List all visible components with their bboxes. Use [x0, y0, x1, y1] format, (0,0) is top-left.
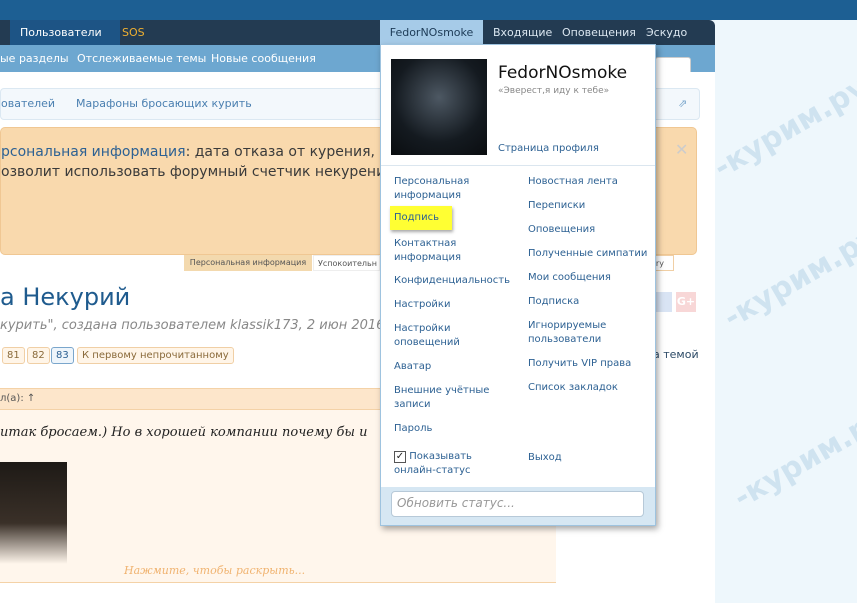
divider — [381, 165, 655, 166]
menu-subscription[interactable]: Подписка — [528, 295, 579, 309]
menu-get-vip[interactable]: Получить VIP права — [528, 357, 631, 371]
menu-my-posts[interactable]: Мои сообщения — [528, 271, 611, 285]
quote-image — [0, 462, 67, 564]
menu-personal-info[interactable]: Персональная информация — [394, 175, 504, 203]
notice-tab-calm[interactable]: Успокоительн — [313, 255, 380, 271]
username: FedorNOsmoke — [498, 63, 628, 83]
menu-signature[interactable]: Подпись — [390, 206, 452, 230]
menu-settings[interactable]: Настройки — [394, 298, 450, 312]
quote-text: итак бросаем.) Но в хорошей компании поч… — [0, 425, 368, 440]
show-online-toggle[interactable]: ✓ Показывать онлайн-статус — [394, 450, 494, 478]
page-link[interactable]: 82 — [27, 347, 50, 364]
avatar[interactable] — [391, 59, 487, 155]
menu-contact-info[interactable]: Контактная информация — [394, 237, 484, 265]
breadcrumb-item[interactable]: Марафоны бросающих курить — [76, 97, 252, 110]
menu-likes-received[interactable]: Полученные симпатии — [528, 247, 647, 261]
notice-text: : дата отказа от курения, ст — [185, 144, 396, 160]
profile-page-link[interactable]: Страница профиля — [498, 142, 599, 156]
google-plus-icon[interactable]: G+ — [676, 292, 696, 312]
menu-alerts[interactable]: Оповещения — [528, 223, 595, 237]
thread-title: а Некурий — [0, 283, 131, 311]
menu-avatar[interactable]: Аватар — [394, 360, 431, 374]
notice-tab-personal[interactable]: Персональная информация — [184, 255, 312, 271]
menu-bookmarks[interactable]: Список закладок — [528, 381, 618, 395]
breadcrumb-item[interactable]: ователей — [1, 97, 55, 110]
checkbox-checked-icon[interactable]: ✓ — [394, 451, 406, 463]
page-link[interactable]: 81 — [2, 347, 25, 364]
top-bar — [0, 0, 857, 20]
notice-text: озволит использовать форумный счетчик не… — [1, 164, 394, 180]
menu-password[interactable]: Пароль — [394, 422, 432, 436]
menu-external-accounts[interactable]: Внешние учётные записи — [394, 384, 494, 412]
close-icon[interactable]: ✕ — [675, 140, 688, 159]
thread-subtitle: курить", создана пользователем klassik17… — [0, 318, 389, 333]
menu-conversations[interactable]: Переписки — [528, 199, 585, 213]
background-watermark: -курим.ру -курим.ру -курим.ру — [715, 20, 857, 603]
nav-alerts[interactable]: Оповещения — [552, 20, 646, 45]
nav-users[interactable]: Пользователи ▾ — [10, 20, 120, 64]
share-button[interactable] — [655, 292, 672, 312]
subnav-new-posts[interactable]: Новые сообщения — [211, 45, 316, 72]
expand-link[interactable]: Нажмите, чтобы раскрыть... — [124, 564, 305, 577]
menu-ignored-users[interactable]: Игнорируемые пользователи — [528, 319, 628, 347]
account-dropdown: FedorNOsmoke «Эверест,я иду к тебе» Стра… — [380, 44, 656, 526]
main-nav: Пользователи ▾ SOS Входящие Оповещения Э… — [0, 20, 715, 64]
status-input[interactable]: Обновить статус... — [391, 491, 644, 517]
nav-sos[interactable]: SOS — [112, 20, 155, 45]
menu-news-feed[interactable]: Новостная лента — [528, 175, 618, 189]
menu-privacy[interactable]: Конфиденциальность — [394, 274, 510, 288]
nav-inbox[interactable]: Входящие — [483, 20, 562, 45]
page-link-current[interactable]: 83 — [51, 347, 74, 364]
subnav-sections[interactable]: ые разделы — [0, 45, 69, 72]
external-link-icon[interactable]: ⇗ — [678, 97, 687, 110]
first-unread-button[interactable]: К первому непрочитанному — [77, 347, 234, 364]
nav-escudo[interactable]: Эскудо — [636, 20, 697, 45]
user-status: «Эверест,я иду к тебе» — [498, 86, 610, 96]
menu-alert-settings[interactable]: Настройки оповещений — [394, 322, 474, 350]
subnav-watched-threads[interactable]: Отслеживаемые темы — [77, 45, 206, 72]
status-footer: Обновить статус... — [381, 487, 655, 525]
logout-link[interactable]: Выход — [528, 451, 562, 465]
notice-link[interactable]: рсональная информация — [1, 144, 186, 160]
watch-thread-link[interactable]: а темой — [653, 348, 699, 361]
account-tab[interactable]: FedorNOsmoke — [380, 20, 483, 45]
